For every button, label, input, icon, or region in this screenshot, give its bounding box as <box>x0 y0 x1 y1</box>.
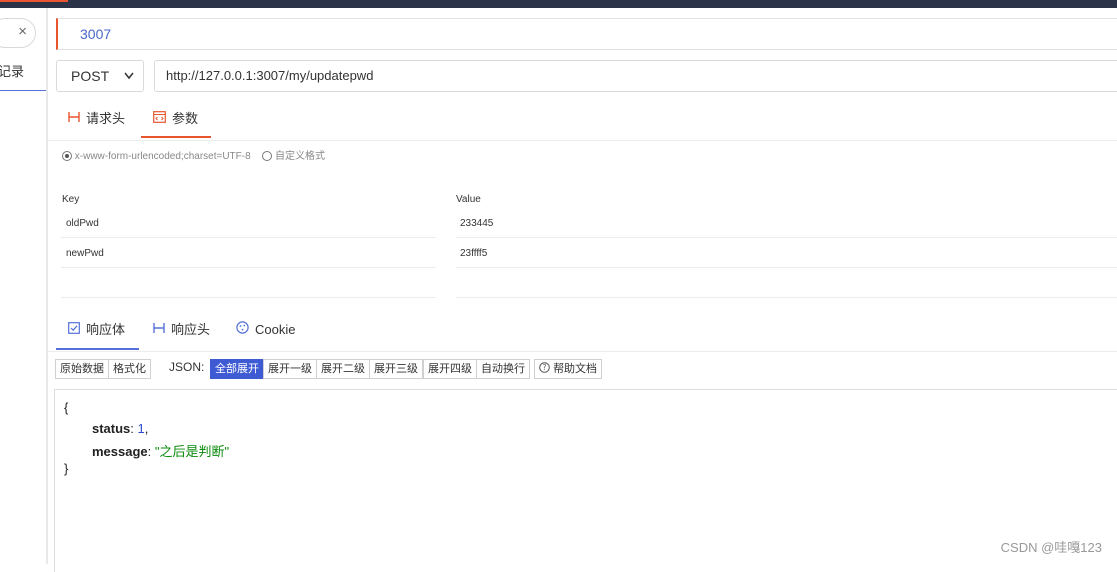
json-label: JSON: <box>169 360 205 374</box>
method-value: POST <box>71 68 110 84</box>
param-value-input[interactable]: 233445 <box>460 218 493 229</box>
format-button[interactable]: 格式化 <box>108 359 151 379</box>
json-key: status <box>92 421 131 436</box>
json-key: message <box>92 444 148 459</box>
value-column-header: Value <box>456 194 481 205</box>
tab-label: 请求头 <box>86 111 126 126</box>
json-number-value: 1 <box>137 421 145 436</box>
param-value-input[interactable]: 23ffff5 <box>460 248 487 259</box>
expand-all-button[interactable]: 全部展开 <box>210 359 264 379</box>
radio-urlencoded-label: x-www-form-urlencoded;charset=UTF-8 <box>74 151 251 162</box>
watermark: CSDN @哇嘎123 <box>1000 540 1102 555</box>
divider <box>61 237 436 238</box>
expand-level-1-button[interactable]: 展开一级 <box>263 359 317 379</box>
divider <box>456 267 1117 268</box>
tab-response-headers[interactable]: 响应头 <box>153 320 210 350</box>
top-bar-accent <box>0 0 68 2</box>
radio-custom-format-label: 自定义格式 <box>275 151 326 162</box>
url-input[interactable]: http://127.0.0.1:3007/my/updatepwd <box>154 60 1117 92</box>
tab-label: Cookie <box>255 322 296 337</box>
key-column-header: Key <box>62 194 80 205</box>
help-docs-label: 帮助文档 <box>553 363 598 375</box>
tab-response-body[interactable]: 响应体 <box>56 320 139 350</box>
check-square-icon <box>68 320 80 340</box>
raw-data-button[interactable]: 原始数据 <box>55 359 109 379</box>
tab-request-headers[interactable]: 请求头 <box>68 104 125 138</box>
chevron-down-icon <box>123 61 135 103</box>
json-string-value: "之后是判断" <box>154 444 230 459</box>
close-icon[interactable]: × <box>18 23 27 40</box>
response-tabs: 响应体 响应头 Cookie <box>48 314 1117 352</box>
svg-text:?: ? <box>543 363 547 372</box>
tab-label: 响应体 <box>86 322 126 337</box>
divider <box>61 297 436 298</box>
expand-level-4-button[interactable]: 展开四级 <box>423 359 477 379</box>
sidebar-tab-history[interactable]: 记录 <box>0 62 46 91</box>
params-icon <box>153 104 166 134</box>
radio-urlencoded[interactable] <box>62 151 72 161</box>
word-wrap-button[interactable]: 自动换行 <box>476 359 530 379</box>
help-icon: ? <box>539 362 550 375</box>
help-docs-button[interactable]: ? 帮助文档 <box>534 359 603 379</box>
body-format-options: x-www-form-urlencoded;charset=UTF-8 自定义格… <box>62 150 325 164</box>
sidebar: × 记录 <box>0 8 48 564</box>
divider <box>61 267 436 268</box>
tab-params[interactable]: 参数 <box>141 104 211 138</box>
header-icon <box>68 104 80 134</box>
response-body-viewer[interactable]: { status: 1, message: "之后是判断" } <box>54 389 1117 572</box>
tab-label: 响应头 <box>171 322 211 337</box>
expand-level-2-button[interactable]: 展开二级 <box>316 359 370 379</box>
param-key-input[interactable]: oldPwd <box>66 218 99 229</box>
cookie-icon <box>236 320 249 340</box>
tab-label: 参数 <box>172 111 199 126</box>
json-open-brace: { <box>64 400 69 415</box>
method-select[interactable]: POST <box>56 60 144 92</box>
header-icon <box>153 320 165 340</box>
divider <box>456 237 1117 238</box>
request-tabs: 请求头 参数 <box>48 104 1117 141</box>
main-panel: 3007 POST http://127.0.0.1:3007/my/updat… <box>48 8 1117 572</box>
top-bar <box>0 0 1117 8</box>
json-field-status: status: 1, <box>92 421 149 436</box>
json-field-message: message: "之后是判断" <box>92 444 230 459</box>
param-key-input[interactable]: newPwd <box>66 248 104 259</box>
tab-cookie[interactable]: Cookie <box>236 320 295 350</box>
request-name-input[interactable]: 3007 <box>56 18 1117 50</box>
radio-custom-format[interactable] <box>262 151 273 161</box>
divider <box>456 297 1117 298</box>
expand-level-3-button[interactable]: 展开三级 <box>369 359 423 379</box>
json-close-brace: } <box>64 461 69 476</box>
sidebar-search[interactable]: × <box>0 18 36 48</box>
